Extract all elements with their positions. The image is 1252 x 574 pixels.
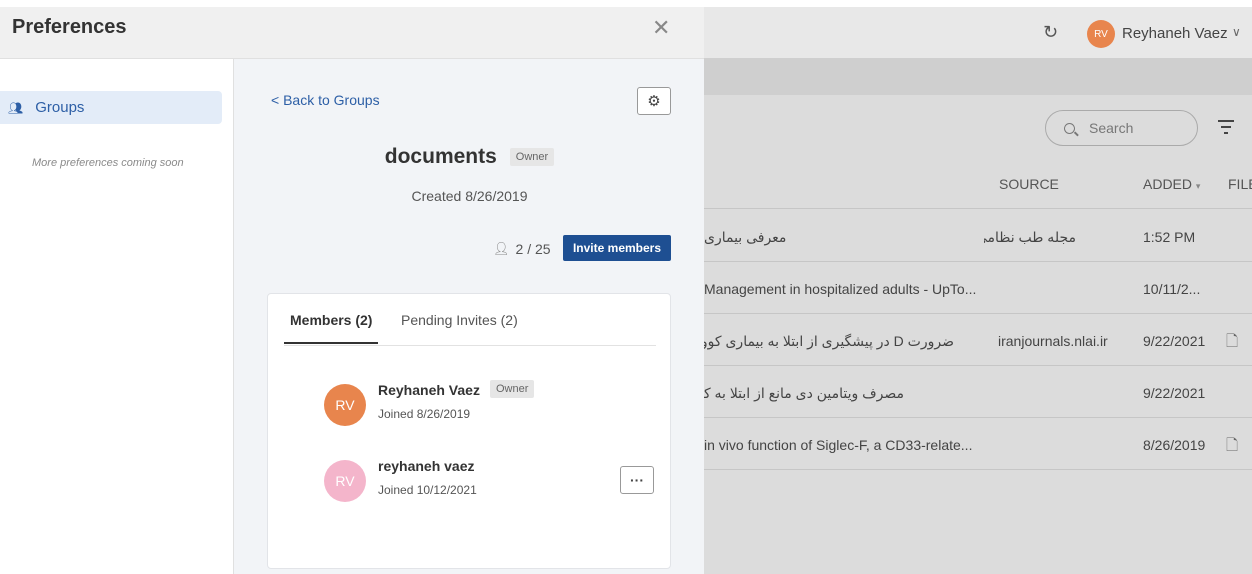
sidebar-item-groups[interactable]: 👥︎ Groups xyxy=(0,91,222,124)
row-divider xyxy=(704,365,1252,366)
member-joined-date: Joined 10/12/2021 xyxy=(378,483,477,497)
tab-members[interactable]: Members (2) xyxy=(290,312,372,328)
members-card: Members (2) Pending Invites (2) RV Reyha… xyxy=(267,293,671,569)
search-icon xyxy=(1064,122,1075,134)
column-header-source[interactable]: SOURCE xyxy=(999,176,1059,192)
member-tabs: Members (2) Pending Invites (2) xyxy=(284,294,656,346)
row-title: Management in hospitalized adults - UpTo… xyxy=(704,281,977,297)
column-header-added[interactable]: ADDED ▾ xyxy=(1143,176,1200,192)
row-divider xyxy=(704,261,1252,262)
row-added: 9/22/2021 xyxy=(1143,333,1206,349)
modal-header: Preferences ✕ xyxy=(0,7,704,59)
row-divider xyxy=(704,417,1252,418)
library-search[interactable]: Search xyxy=(1045,110,1198,146)
row-title: معرفی بیماری xyxy=(704,229,787,245)
member-count: 👤︎ 2 / 25 xyxy=(493,241,551,257)
group-title-row: documents Owner xyxy=(235,145,704,169)
row-divider xyxy=(704,313,1252,314)
active-tab-indicator xyxy=(284,342,378,344)
group-name: documents xyxy=(384,145,497,168)
member-name: reyhaneh vaez xyxy=(378,458,475,474)
row-source: iranjournals.nlai.ir xyxy=(998,333,1108,349)
row-title: ضرورت D در پیشگیری از ابتلا به بیماری کو… xyxy=(704,333,954,349)
row-divider xyxy=(704,208,1252,209)
row-added: 9/22/2021 xyxy=(1143,385,1206,401)
preferences-sidebar: 👥︎ Groups More preferences coming soon xyxy=(0,59,234,574)
member-joined-date: Joined 8/26/2019 xyxy=(378,407,471,421)
avatar: RV xyxy=(324,460,366,502)
row-added: 1:52 PM xyxy=(1143,229,1196,245)
chevron-left-icon: < xyxy=(271,92,280,108)
gear-icon: ⚙ xyxy=(647,93,661,110)
row-source: مجله طب نظامی xyxy=(984,229,1076,245)
modal-title: Preferences xyxy=(12,16,127,38)
back-to-groups-link[interactable]: < Back to Groups xyxy=(271,92,380,108)
role-badge: Owner xyxy=(509,148,555,166)
avatar: RV xyxy=(324,384,366,426)
filter-icon[interactable] xyxy=(1218,120,1234,138)
column-header-file[interactable]: FILE xyxy=(1228,176,1252,192)
member-name: Reyhaneh Vaez xyxy=(378,382,480,398)
file-attachment-icon[interactable]: 🗋 xyxy=(1226,331,1238,356)
member-row: RV reyhaneh vaez Joined 10/12/2021 ··· xyxy=(324,458,654,506)
row-title: in vivo function of Siglec-F, a CD33-rel… xyxy=(704,437,973,453)
more-icon: ··· xyxy=(630,472,644,488)
user-name[interactable]: Reyhaneh Vaez xyxy=(1122,25,1228,42)
preferences-modal: Preferences ✕ 👥︎ Groups More preferences… xyxy=(0,7,704,574)
close-icon[interactable]: ✕ xyxy=(652,15,670,41)
sync-icon[interactable]: ↻ xyxy=(1043,22,1058,43)
group-settings-button[interactable]: ⚙ xyxy=(637,87,671,115)
sort-desc-icon: ▾ xyxy=(1195,181,1201,191)
row-title: مصرف ویتامین دی مانع از ابتلا به کرونا xyxy=(704,385,904,401)
sidebar-item-label: Groups xyxy=(35,99,85,116)
preferences-note: More preferences coming soon xyxy=(32,157,184,169)
groups-icon: 👥︎ xyxy=(8,100,24,115)
user-avatar[interactable]: RV xyxy=(1087,20,1115,48)
group-created-date: Created 8/26/2019 xyxy=(411,188,528,204)
tab-pending-invites[interactable]: Pending Invites (2) xyxy=(401,312,518,328)
owner-badge: Owner xyxy=(490,380,535,398)
row-added: 8/26/2019 xyxy=(1143,437,1206,453)
row-divider xyxy=(704,469,1252,470)
member-row: RV Reyhaneh Vaez Owner Joined 8/26/2019 xyxy=(324,380,654,430)
file-attachment-icon[interactable]: 🗋 xyxy=(1226,435,1238,460)
group-detail-panel: < Back to Groups ⚙ documents Owner Creat… xyxy=(235,59,704,574)
row-added: 10/11/2... xyxy=(1143,281,1201,297)
member-more-button[interactable]: ··· xyxy=(620,466,654,494)
invite-members-button[interactable]: Invite members xyxy=(563,235,671,261)
chevron-down-icon[interactable]: ∨ xyxy=(1232,25,1241,39)
person-icon: 👤︎ xyxy=(493,241,510,256)
member-count-text: 2 / 25 xyxy=(515,241,551,257)
search-placeholder: Search xyxy=(1089,120,1134,136)
